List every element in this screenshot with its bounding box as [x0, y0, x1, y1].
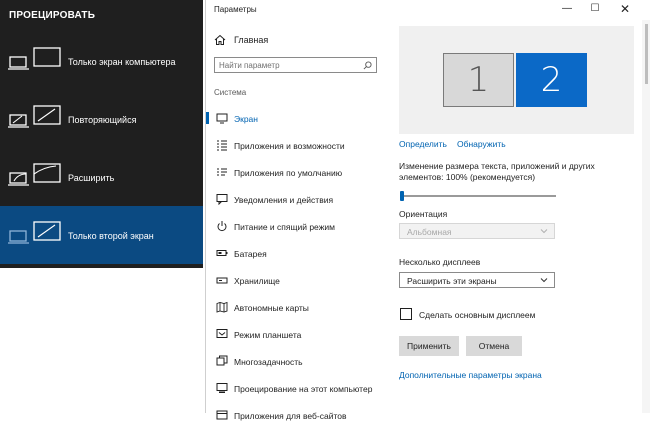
monitor-arrangement: 1 2	[399, 26, 634, 134]
project-item-pc-only[interactable]: Только экран компьютера	[0, 32, 203, 90]
close-button[interactable]: ✕	[611, 0, 639, 18]
project-item-label: Повторяющийся	[68, 115, 137, 125]
chevron-down-icon	[540, 278, 548, 283]
pc-screen-only-icon	[8, 47, 61, 70]
project-item-second-only[interactable]: Только второй экран	[0, 206, 203, 264]
nav-item-label: Питание и спящий режим	[234, 222, 335, 232]
multiple-displays-label: Несколько дисплеев	[399, 257, 481, 267]
nav-item-label: Режим планшета	[234, 330, 302, 340]
project-item-extend[interactable]: Расширить	[0, 148, 203, 206]
nav-item-projecting[interactable]: Проецирование на этот компьютер	[206, 378, 389, 398]
scale-label: Изменение размера текста, приложений и д…	[399, 161, 595, 182]
nav-item-battery[interactable]: Батарея	[206, 243, 389, 263]
monitor-number: 1	[467, 60, 490, 100]
nav-item-label: Уведомления и действия	[234, 195, 334, 205]
project-item-label: Расширить	[68, 173, 115, 183]
battery-icon	[216, 250, 228, 256]
nav-item-label: Автономные карты	[234, 303, 309, 313]
settings-window: Параметры — ☐ ✕ Главная Найти параметр С…	[205, 0, 650, 421]
scrollbar[interactable]	[642, 20, 650, 413]
cancel-button[interactable]: Отмена	[466, 336, 522, 356]
orientation-value: Альбомная	[407, 227, 452, 237]
title-bar: Параметры — ☐ ✕	[206, 0, 650, 20]
monitor-number: 2	[540, 60, 563, 100]
nav-item-label: Многозадачность	[234, 357, 303, 367]
chevron-down-icon	[540, 229, 548, 234]
home-icon	[214, 34, 226, 45]
slider-track	[400, 195, 556, 197]
display-icon	[216, 113, 228, 124]
storage-icon	[216, 277, 228, 284]
primary-display-label: Сделать основным дисплеем	[419, 310, 536, 320]
window-title: Параметры	[214, 5, 257, 14]
projecting-icon	[216, 383, 228, 393]
display-settings: 1 2 Определить Обнаружить Изменение разм…	[399, 20, 639, 413]
orientation-label: Ориентация	[399, 209, 448, 219]
duplicate-icon	[8, 105, 61, 128]
second-screen-only-icon	[8, 221, 61, 244]
nav-item-default-apps[interactable]: Приложения по умолчанию	[206, 162, 389, 182]
default-apps-icon	[217, 168, 227, 176]
monitor-1[interactable]: 1	[443, 53, 514, 107]
nav-item-label: Экран	[234, 114, 258, 124]
nav-item-label: Хранилище	[234, 276, 280, 286]
nav-item-web-apps[interactable]: Приложения для веб-сайтов	[206, 405, 389, 425]
nav-home-label: Главная	[234, 35, 269, 45]
nav-item-storage[interactable]: Хранилище	[206, 270, 389, 290]
nav-item-power[interactable]: Питание и спящий режим	[206, 216, 389, 236]
power-icon	[217, 221, 227, 232]
nav-item-label: Батарея	[234, 249, 267, 259]
project-item-duplicate[interactable]: Повторяющийся	[0, 90, 203, 148]
advanced-display-settings-link[interactable]: Дополнительные параметры экрана	[399, 370, 542, 380]
search-input[interactable]: Найти параметр	[214, 57, 377, 73]
extend-icon	[8, 163, 61, 186]
nav-group-label: Система	[214, 88, 247, 97]
search-placeholder: Найти параметр	[219, 61, 280, 70]
project-header: ПРОЕЦИРОВАТЬ	[9, 10, 96, 21]
nav-item-apps-features[interactable]: Приложения и возможности	[206, 135, 389, 155]
active-indicator	[206, 112, 209, 124]
project-item-label: Только второй экран	[68, 231, 154, 241]
web-apps-icon	[216, 410, 228, 420]
orientation-select: Альбомная	[399, 223, 555, 239]
scale-slider[interactable]	[400, 191, 556, 201]
nav-item-notifications[interactable]: Уведомления и действия	[206, 189, 389, 209]
multiple-displays-select[interactable]: Расширить эти экраны	[399, 272, 555, 288]
tablet-mode-icon	[216, 329, 228, 338]
slider-thumb[interactable]	[400, 191, 404, 201]
nav-item-display[interactable]: Экран	[206, 108, 389, 128]
monitor-2[interactable]: 2	[516, 53, 587, 107]
notifications-icon	[216, 194, 228, 205]
nav-item-label: Приложения по умолчанию	[234, 168, 343, 178]
project-item-label: Только экран компьютера	[68, 57, 176, 67]
minimize-button[interactable]: —	[553, 0, 581, 18]
nav-item-label: Проецирование на этот компьютер	[234, 384, 373, 394]
nav-item-multitasking[interactable]: Многозадачность	[206, 351, 389, 371]
multitasking-icon	[216, 355, 228, 366]
maximize-button[interactable]: ☐	[581, 0, 609, 18]
offline-maps-icon	[216, 301, 228, 313]
nav-item-tablet-mode[interactable]: Режим планшета	[206, 324, 389, 344]
scrollbar-thumb[interactable]	[645, 24, 648, 84]
settings-nav: Главная Найти параметр Система Экран При…	[206, 20, 389, 421]
project-flyout: ПРОЕЦИРОВАТЬ Только экран компьютера Пов…	[0, 0, 203, 268]
nav-item-label: Приложения и возможности	[234, 141, 345, 151]
search-icon	[363, 61, 372, 70]
multiple-displays-value: Расширить эти экраны	[407, 276, 497, 286]
nav-item-offline-maps[interactable]: Автономные карты	[206, 297, 389, 317]
primary-display-checkbox[interactable]	[400, 308, 412, 320]
apply-button[interactable]: Применить	[399, 336, 459, 356]
detect-link[interactable]: Обнаружить	[457, 139, 506, 149]
identify-link[interactable]: Определить	[399, 139, 447, 149]
apps-features-icon	[217, 140, 227, 151]
